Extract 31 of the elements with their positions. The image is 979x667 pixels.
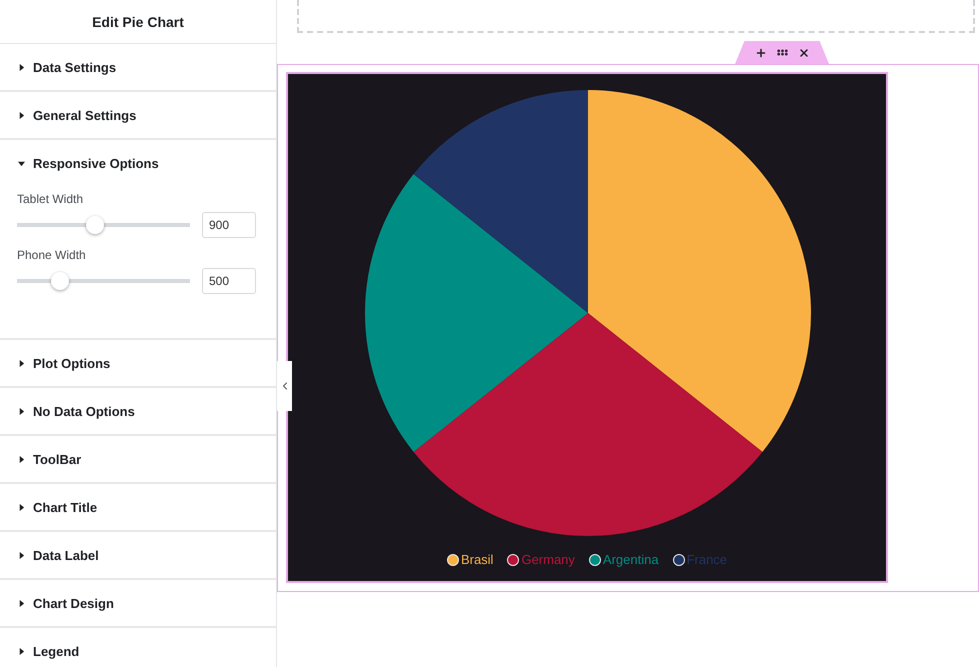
section-header[interactable]: Plot Options (0, 340, 276, 386)
section-header[interactable]: No Data Options (0, 388, 276, 434)
control-label: Phone Width (17, 248, 87, 262)
slider-thumb[interactable] (86, 216, 104, 234)
caret-down-icon (18, 160, 25, 166)
panel-title: Edit Pie Chart (0, 0, 276, 44)
section-header[interactable]: Responsive Options (0, 140, 276, 186)
number-field[interactable]: 500 (202, 268, 256, 294)
legend-item[interactable]: Argentina (588, 552, 659, 567)
caret-right-icon (18, 408, 25, 414)
section-header[interactable]: ToolBar (0, 436, 276, 482)
close-icon[interactable] (798, 46, 810, 58)
caret-right-icon (18, 64, 25, 70)
number-field[interactable]: 900 (202, 212, 256, 238)
add-icon[interactable] (754, 46, 766, 58)
caret-right-icon (18, 552, 25, 558)
section-header[interactable]: General Settings (0, 92, 276, 138)
caret-right-icon (18, 456, 25, 462)
legend-item[interactable]: Brasil (446, 552, 494, 567)
section-header[interactable]: Chart Design (0, 580, 276, 626)
caret-right-icon (18, 360, 25, 366)
caret-right-icon (18, 112, 25, 118)
section-header[interactable]: Legend (0, 628, 276, 667)
section-header[interactable]: Data Label (0, 532, 276, 578)
control-label: Tablet Width (17, 192, 84, 206)
caret-right-icon (18, 504, 25, 510)
slider-thumb[interactable] (51, 272, 70, 290)
section-header[interactable]: Chart Title (0, 484, 276, 530)
caret-right-icon (18, 648, 25, 654)
caret-right-icon (18, 600, 25, 606)
section-header[interactable]: Data Settings (0, 44, 276, 90)
